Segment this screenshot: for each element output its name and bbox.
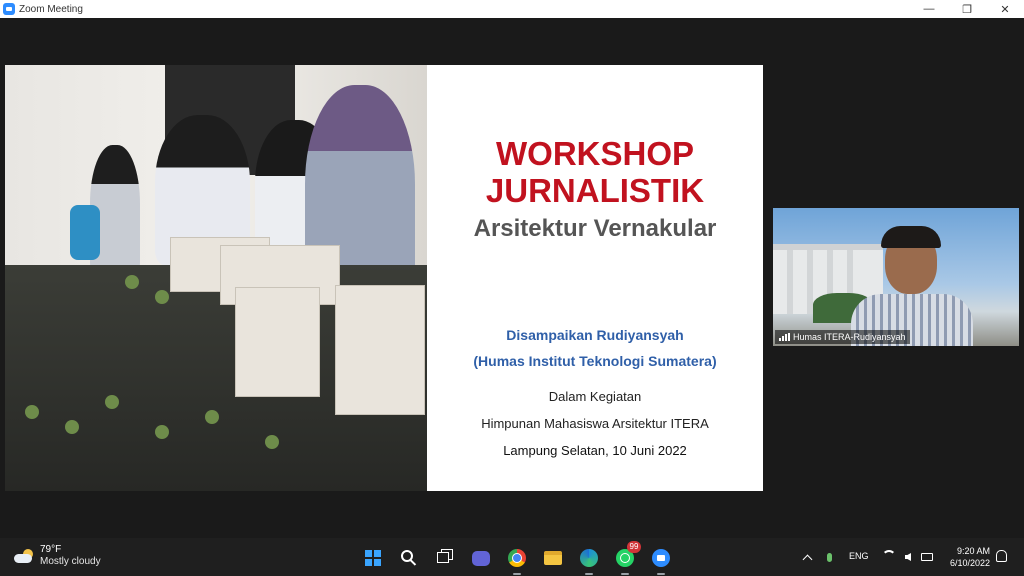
notification-bell-icon[interactable] [996,550,1006,562]
slide-organizer: Himpunan Mahasiswa Arsitektur ITERA [481,416,709,431]
chrome-icon[interactable] [504,545,530,575]
start-icon[interactable] [360,545,386,571]
notification-badge: 99 [627,541,641,553]
model-tree [265,435,279,449]
weather-condition: Mostly cloudy [40,556,101,567]
zoom-icon[interactable] [648,545,674,575]
slide-affiliation: (Humas Institut Teknologi Sumatera) [473,353,717,369]
model-tree [65,420,79,434]
edge-icon[interactable] [576,545,602,575]
model-tree [155,425,169,439]
task-view-icon[interactable] [432,545,458,571]
close-button[interactable]: ✕ [986,0,1024,18]
meeting-area: WORKSHOP JURNALISTIK Arsitektur Vernakul… [0,18,1024,538]
partly-cloudy-icon [14,549,34,563]
minimize-button[interactable]: — [910,0,948,18]
model-tree [155,290,169,304]
window-title-bar: Zoom Meeting — ❐ ✕ [0,0,1024,18]
maximize-button[interactable]: ❐ [948,0,986,18]
slide-subtitle: Arsitektur Vernakular [473,215,717,242]
file-explorer-icon[interactable] [540,545,566,571]
slide-presenter: Disampaikan Rudiyansyah [506,327,684,343]
volume-icon[interactable] [901,550,915,564]
model-tree [105,395,119,409]
clock-time: 9:20 AM [956,546,990,556]
microphone-icon[interactable] [822,550,836,564]
chat-icon[interactable] [468,545,494,571]
shared-screen[interactable]: WORKSHOP JURNALISTIK Arsitektur Vernakul… [5,65,763,491]
show-hidden-icons-chevron-icon[interactable] [800,550,814,564]
battery-icon[interactable] [920,550,934,564]
taskbar: 79°F Mostly cloudy 99 ENG 9:20 AM 6/10/2… [0,538,1024,576]
model-building [335,285,425,415]
model-building [235,287,320,397]
slide-context-label: Dalam Kegiatan [548,389,642,404]
video-background-column [787,250,793,314]
photo-backpack [70,205,100,260]
zoom-app-icon [3,3,15,15]
participant-hair [881,226,941,248]
wifi-icon[interactable] [882,550,896,564]
participant-name: Humas ITERA-Rudiyansyah [793,332,906,342]
slide-title-line1: WORKSHOP [496,135,694,172]
window-title: Zoom Meeting [19,3,83,15]
slide-place-date: Lampung Selatan, 10 Juni 2022 [503,443,687,458]
weather-temperature: 79°F [40,544,62,555]
participant-name-label: Humas ITERA-Rudiyansyah [775,330,910,344]
workshop-photo [5,65,427,491]
model-tree [205,410,219,424]
taskbar-apps: 99 [360,541,674,575]
presentation-slide: WORKSHOP JURNALISTIK Arsitektur Vernakul… [427,65,763,491]
system-clock[interactable]: 9:20 AM 6/10/2022 [944,545,990,569]
slide-title-line2: JURNALISTIK [485,172,705,209]
participant-video-tile[interactable]: Humas ITERA-Rudiyansyah [773,208,1019,346]
whatsapp-icon[interactable]: 99 [612,541,641,575]
clock-date: 6/10/2022 [949,558,990,568]
input-language[interactable]: ENG [849,551,869,561]
signal-strength-icon [779,333,790,341]
search-icon[interactable] [396,545,422,571]
model-tree [125,275,139,289]
model-tree [25,405,39,419]
weather-widget[interactable]: 79°F Mostly cloudy [14,544,101,568]
